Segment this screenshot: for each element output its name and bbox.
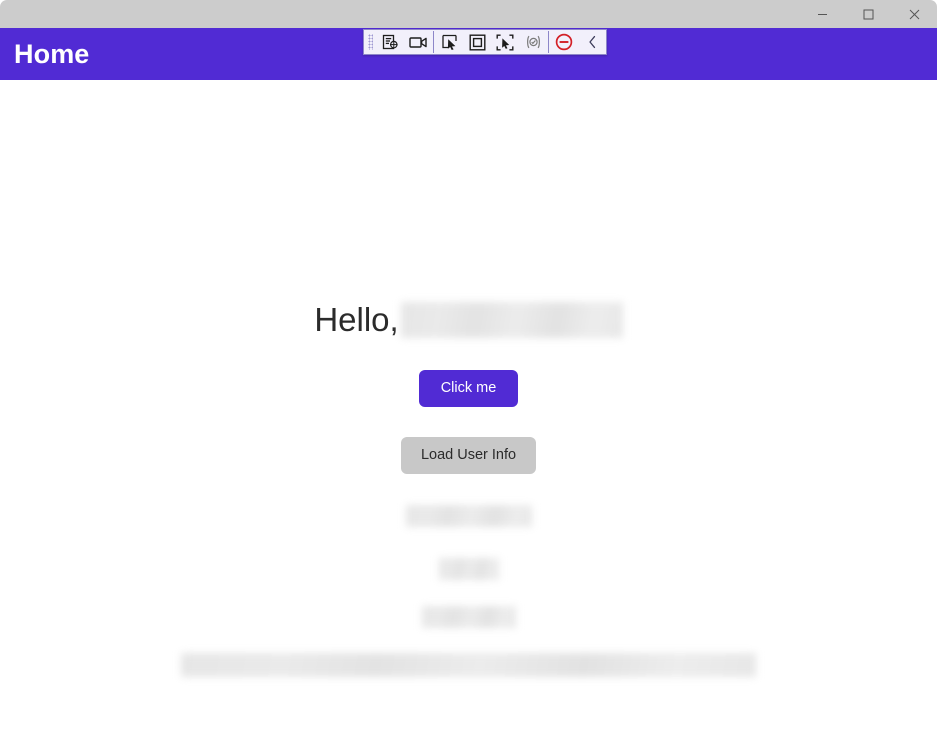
minimize-button[interactable]: [799, 0, 845, 28]
maximize-icon: [863, 9, 874, 20]
select-region-button[interactable]: [463, 30, 491, 54]
maximize-button[interactable]: [845, 0, 891, 28]
page-content: Hello, Click me Load User Info: [0, 80, 937, 740]
primary-button-row: Click me: [0, 370, 937, 407]
square-region-icon: [469, 34, 486, 51]
user-info-line-1: [0, 505, 937, 527]
redacted-text-block: [438, 558, 499, 580]
secondary-button-row: Load User Info: [0, 437, 937, 474]
select-cursor-button[interactable]: [435, 30, 463, 54]
window-corner: [0, 730, 10, 740]
stop-button[interactable]: [550, 30, 578, 54]
greeting-row: Hello,: [0, 301, 937, 339]
validate-button[interactable]: [519, 30, 547, 54]
redacted-wide-bar: [181, 653, 756, 677]
automation-toolbar: [363, 29, 607, 55]
redacted-text-block: [421, 606, 516, 628]
click-me-button[interactable]: Click me: [418, 370, 519, 407]
grip-dots-icon: [367, 34, 373, 50]
window-titlebar: [0, 0, 937, 28]
toolbar-divider: [433, 31, 434, 53]
toolbar-drag-handle[interactable]: [364, 30, 376, 54]
record-button[interactable]: [404, 30, 432, 54]
titlebar-drag-region[interactable]: [0, 0, 799, 28]
load-user-info-button[interactable]: Load User Info: [400, 437, 537, 474]
element-picker-icon: [496, 34, 514, 51]
chevron-left-icon: [587, 35, 598, 49]
greeting-username-redacted: [400, 302, 623, 339]
close-button[interactable]: [891, 0, 937, 28]
footer-bar-row: [0, 653, 937, 677]
page-title: Home: [14, 38, 90, 69]
collapse-button[interactable]: [578, 30, 606, 54]
check-badge-icon: [525, 34, 542, 50]
close-icon: [909, 9, 920, 20]
minimize-icon: [817, 9, 828, 20]
app-window: Home Hello, Click me Load User Info: [0, 0, 937, 740]
redacted-text-block: [405, 505, 532, 527]
inspect-element-icon: [382, 34, 399, 51]
video-camera-icon: [408, 35, 428, 50]
element-picker-button[interactable]: [491, 30, 519, 54]
cursor-select-icon: [441, 34, 458, 50]
stop-circle-icon: [555, 33, 573, 51]
inspect-element-button[interactable]: [376, 30, 404, 54]
user-info-line-3: [0, 606, 937, 628]
user-info-line-2: [0, 558, 937, 580]
toolbar-divider-2: [548, 31, 549, 53]
greeting-prefix: Hello,: [314, 301, 399, 338]
